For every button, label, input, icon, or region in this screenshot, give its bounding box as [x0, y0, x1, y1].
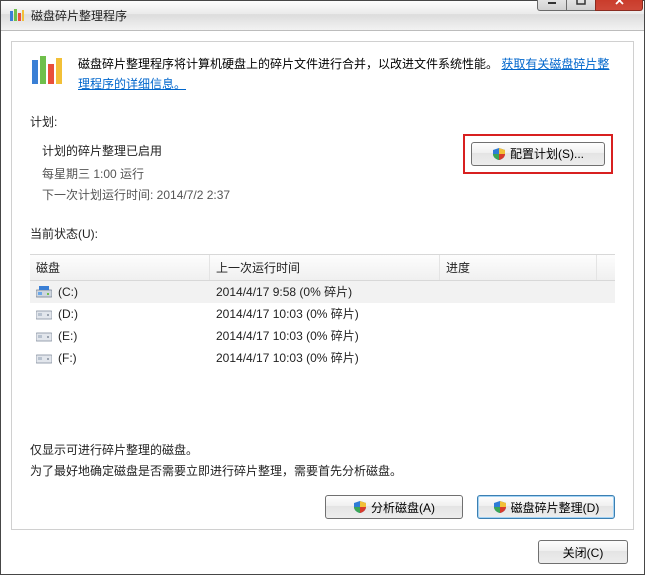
drive-icon [36, 286, 52, 298]
close-button[interactable] [595, 0, 643, 11]
drive-icon [36, 352, 52, 364]
main-panel: 磁盘碎片整理程序将计算机硬盘上的碎片文件进行合并，以改进文件系统性能。 获取有关… [11, 41, 634, 530]
col-disk-header[interactable]: 磁盘 [30, 255, 210, 280]
configure-schedule-label: 配置计划(S)... [510, 145, 584, 162]
intro-text-main: 磁盘碎片整理程序将计算机硬盘上的碎片文件进行合并，以改进文件系统性能。 [78, 57, 498, 71]
intro-row: 磁盘碎片整理程序将计算机硬盘上的碎片文件进行合并，以改进文件系统性能。 获取有关… [30, 54, 615, 95]
table-row[interactable]: (C:) 2014/4/17 9:58 (0% 碎片) [30, 281, 615, 303]
defrag-button[interactable]: 磁盘碎片整理(D) [477, 495, 615, 519]
disk-table: 磁盘 上一次运行时间 进度 (C:) 2014/4/17 9:58 (0% 碎片)… [30, 254, 615, 432]
disk-name: (D:) [58, 307, 78, 321]
app-icon [9, 8, 25, 24]
disk-last-run: 2014/4/17 10:03 (0% 碎片) [210, 327, 440, 344]
maximize-button[interactable] [566, 0, 596, 11]
disk-name: (E:) [58, 329, 77, 343]
shield-icon [353, 500, 367, 514]
disk-name: (F:) [58, 351, 77, 365]
shield-icon [492, 147, 506, 161]
col-pad [597, 255, 615, 280]
table-body: (C:) 2014/4/17 9:58 (0% 碎片) (D:) 2014/4/17 … [30, 281, 615, 369]
disk-last-run: 2014/4/17 9:58 (0% 碎片) [210, 283, 440, 300]
window-buttons [538, 0, 643, 11]
hints: 仅显示可进行碎片整理的磁盘。 为了最好地确定磁盘是否需要立即进行碎片整理，需要首… [30, 440, 615, 481]
client-area: 磁盘碎片整理程序将计算机硬盘上的碎片文件进行合并，以改进文件系统性能。 获取有关… [1, 31, 644, 574]
drive-icon [36, 308, 52, 320]
close-dialog-label: 关闭(C) [563, 544, 604, 561]
defrag-large-icon [30, 54, 66, 90]
window-title: 磁盘碎片整理程序 [31, 7, 538, 24]
col-progress-header[interactable]: 进度 [440, 255, 597, 280]
hint-line-2: 为了最好地确定磁盘是否需要立即进行碎片整理，需要首先分析磁盘。 [30, 461, 615, 481]
intro-text: 磁盘碎片整理程序将计算机硬盘上的碎片文件进行合并，以改进文件系统性能。 获取有关… [78, 54, 615, 95]
col-last-header[interactable]: 上一次运行时间 [210, 255, 440, 280]
hint-line-1: 仅显示可进行碎片整理的磁盘。 [30, 440, 615, 460]
action-row: 分析磁盘(A) 磁盘碎片整理(D) [30, 495, 615, 519]
footer-row: 关闭(C) [11, 530, 634, 564]
schedule-next-line: 下一次计划运行时间: 2014/7/2 2:37 [42, 186, 611, 203]
defrag-button-label: 磁盘碎片整理(D) [511, 499, 600, 516]
shield-icon [493, 500, 507, 514]
close-dialog-button[interactable]: 关闭(C) [538, 540, 628, 564]
titlebar[interactable]: 磁盘碎片整理程序 [1, 1, 644, 31]
table-row[interactable]: (F:) 2014/4/17 10:03 (0% 碎片) [30, 347, 615, 369]
window-root: 磁盘碎片整理程序 [0, 0, 645, 575]
table-row[interactable]: (E:) 2014/4/17 10:03 (0% 碎片) [30, 325, 615, 347]
disk-last-run: 2014/4/17 10:03 (0% 碎片) [210, 305, 440, 322]
table-header: 磁盘 上一次运行时间 进度 [30, 255, 615, 281]
minimize-button[interactable] [537, 0, 567, 11]
status-label: 当前状态(U): [30, 225, 615, 242]
analyze-button-label: 分析磁盘(A) [371, 499, 435, 516]
config-button-highlight: 配置计划(S)... [463, 134, 613, 174]
drive-icon [36, 330, 52, 342]
analyze-button[interactable]: 分析磁盘(A) [325, 495, 463, 519]
disk-last-run: 2014/4/17 10:03 (0% 碎片) [210, 349, 440, 366]
table-row[interactable]: (D:) 2014/4/17 10:03 (0% 碎片) [30, 303, 615, 325]
disk-name: (C:) [58, 285, 78, 299]
schedule-box: 计划的碎片整理已启用 每星期三 1:00 运行 下一次计划运行时间: 2014/… [30, 138, 615, 215]
configure-schedule-button[interactable]: 配置计划(S)... [471, 142, 605, 166]
schedule-section-label: 计划: [30, 113, 615, 130]
